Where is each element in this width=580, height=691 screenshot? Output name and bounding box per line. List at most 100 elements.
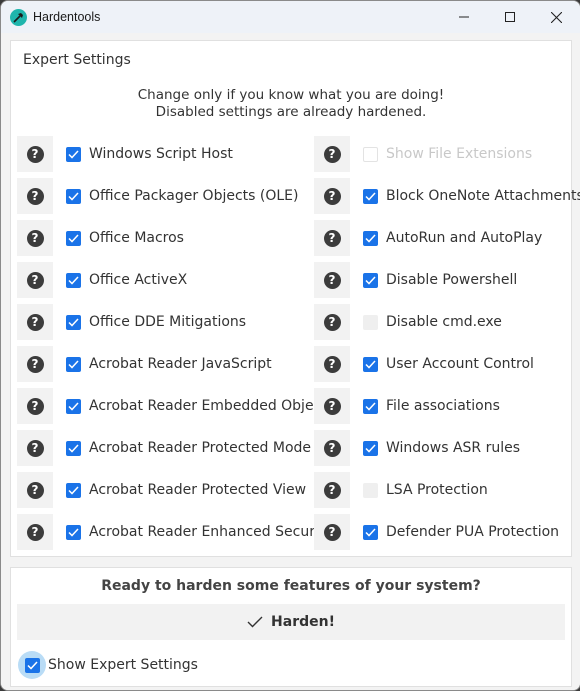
setting-checkbox[interactable] bbox=[66, 230, 81, 246]
check-icon bbox=[365, 527, 376, 537]
setting-checkbox[interactable] bbox=[66, 356, 81, 372]
help-button[interactable]: ? bbox=[314, 220, 350, 256]
question-icon: ? bbox=[323, 145, 341, 163]
minimize-button[interactable] bbox=[441, 1, 487, 33]
help-button[interactable]: ? bbox=[314, 178, 350, 214]
app-window: Hardentools Expert Settings Change only … bbox=[0, 0, 580, 691]
help-button[interactable]: ? bbox=[314, 430, 350, 466]
setting-row: ? LSA Protection bbox=[314, 472, 580, 508]
setting-label: LSA Protection bbox=[386, 482, 488, 498]
help-button[interactable]: ? bbox=[314, 388, 350, 424]
show-expert-settings-checkbox[interactable] bbox=[24, 657, 40, 673]
close-button[interactable] bbox=[533, 1, 579, 33]
setting-label: File associations bbox=[386, 398, 500, 414]
main-content: Expert Settings Change only if you know … bbox=[1, 33, 580, 690]
check-icon bbox=[365, 401, 376, 411]
check-icon bbox=[365, 359, 376, 369]
setting-row: ? Show File Extensions bbox=[314, 136, 580, 172]
setting-row: ? AutoRun and AutoPlay bbox=[314, 220, 580, 256]
setting-label: AutoRun and AutoPlay bbox=[386, 230, 543, 246]
question-icon: ? bbox=[26, 481, 44, 499]
setting-checkbox[interactable] bbox=[363, 314, 378, 330]
show-expert-settings-toggle[interactable]: Show Expert Settings bbox=[18, 651, 198, 679]
ready-prompt: Ready to harden some features of your sy… bbox=[101, 578, 481, 594]
setting-checkbox[interactable] bbox=[363, 524, 378, 540]
question-icon: ? bbox=[26, 397, 44, 415]
setting-checkbox[interactable] bbox=[363, 440, 378, 456]
help-button[interactable]: ? bbox=[17, 472, 53, 508]
question-icon: ? bbox=[323, 523, 341, 541]
maximize-icon bbox=[505, 12, 515, 22]
setting-checkbox[interactable] bbox=[66, 524, 81, 540]
setting-checkbox[interactable] bbox=[363, 356, 378, 372]
help-button[interactable]: ? bbox=[314, 472, 350, 508]
setting-checkbox[interactable] bbox=[66, 398, 81, 414]
check-icon bbox=[365, 275, 376, 285]
help-button[interactable]: ? bbox=[314, 136, 350, 172]
help-button[interactable]: ? bbox=[17, 178, 53, 214]
setting-row: ? Office DDE Mitigations bbox=[17, 304, 334, 340]
help-button[interactable]: ? bbox=[314, 262, 350, 298]
setting-checkbox[interactable] bbox=[363, 188, 378, 204]
check-icon bbox=[68, 527, 79, 537]
show-expert-settings-label: Show Expert Settings bbox=[48, 657, 198, 673]
close-icon bbox=[550, 11, 562, 23]
setting-checkbox[interactable] bbox=[66, 188, 81, 204]
question-icon: ? bbox=[26, 271, 44, 289]
help-button[interactable]: ? bbox=[17, 514, 53, 550]
setting-label: Disable Powershell bbox=[386, 272, 518, 288]
setting-row: ? Office Packager Objects (OLE) bbox=[17, 178, 334, 214]
setting-checkbox[interactable] bbox=[363, 230, 378, 246]
question-icon: ? bbox=[26, 439, 44, 457]
check-icon bbox=[68, 401, 79, 411]
check-icon bbox=[365, 233, 376, 243]
question-icon: ? bbox=[323, 229, 341, 247]
setting-label: User Account Control bbox=[386, 356, 534, 372]
setting-checkbox[interactable] bbox=[363, 482, 378, 498]
help-button[interactable]: ? bbox=[17, 136, 53, 172]
help-button[interactable]: ? bbox=[17, 430, 53, 466]
setting-checkbox[interactable] bbox=[363, 398, 378, 414]
help-button[interactable]: ? bbox=[314, 514, 350, 550]
notice-line-1: Change only if you know what you are doi… bbox=[137, 87, 445, 103]
help-button[interactable]: ? bbox=[17, 346, 53, 382]
help-button[interactable]: ? bbox=[17, 262, 53, 298]
check-icon bbox=[68, 233, 79, 243]
help-button[interactable]: ? bbox=[17, 388, 53, 424]
setting-row: ? Disable cmd.exe bbox=[314, 304, 580, 340]
help-button[interactable]: ? bbox=[314, 346, 350, 382]
setting-label: Disable cmd.exe bbox=[386, 314, 502, 330]
setting-label: Windows Script Host bbox=[89, 146, 233, 162]
expert-settings-panel: Expert Settings Change only if you know … bbox=[10, 40, 580, 557]
help-button[interactable]: ? bbox=[17, 304, 53, 340]
help-button[interactable]: ? bbox=[17, 220, 53, 256]
setting-label: Block OneNote Attachments bbox=[386, 188, 580, 204]
maximize-button[interactable] bbox=[487, 1, 533, 33]
minimize-icon bbox=[459, 16, 469, 18]
warning-notice: Change only if you know what you are doi… bbox=[11, 87, 571, 121]
harden-button[interactable]: Harden! bbox=[17, 604, 565, 640]
setting-row: ? Office Macros bbox=[17, 220, 334, 256]
setting-checkbox[interactable] bbox=[66, 482, 81, 498]
setting-row: ? Windows ASR rules bbox=[314, 430, 580, 466]
check-icon bbox=[68, 443, 79, 453]
setting-checkbox[interactable] bbox=[66, 146, 81, 162]
check-icon bbox=[68, 485, 79, 495]
setting-checkbox[interactable] bbox=[66, 314, 81, 330]
help-button[interactable]: ? bbox=[314, 304, 350, 340]
question-icon: ? bbox=[26, 145, 44, 163]
checkmark-icon bbox=[247, 616, 263, 628]
setting-checkbox[interactable] bbox=[66, 440, 81, 456]
question-icon: ? bbox=[323, 271, 341, 289]
check-icon bbox=[68, 317, 79, 327]
question-icon: ? bbox=[323, 187, 341, 205]
setting-label: Office DDE Mitigations bbox=[89, 314, 247, 330]
setting-checkbox[interactable] bbox=[66, 272, 81, 288]
setting-checkbox[interactable] bbox=[363, 272, 378, 288]
question-icon: ? bbox=[26, 187, 44, 205]
setting-row: ? File associations bbox=[314, 388, 580, 424]
settings-column-right: ? Show File Extensions? Block OneNote Atta… bbox=[314, 136, 580, 556]
setting-row: ? Acrobat Reader Embedded Objects bbox=[17, 388, 334, 424]
setting-row: ? Acrobat Reader Protected View bbox=[17, 472, 334, 508]
check-icon bbox=[68, 191, 79, 201]
